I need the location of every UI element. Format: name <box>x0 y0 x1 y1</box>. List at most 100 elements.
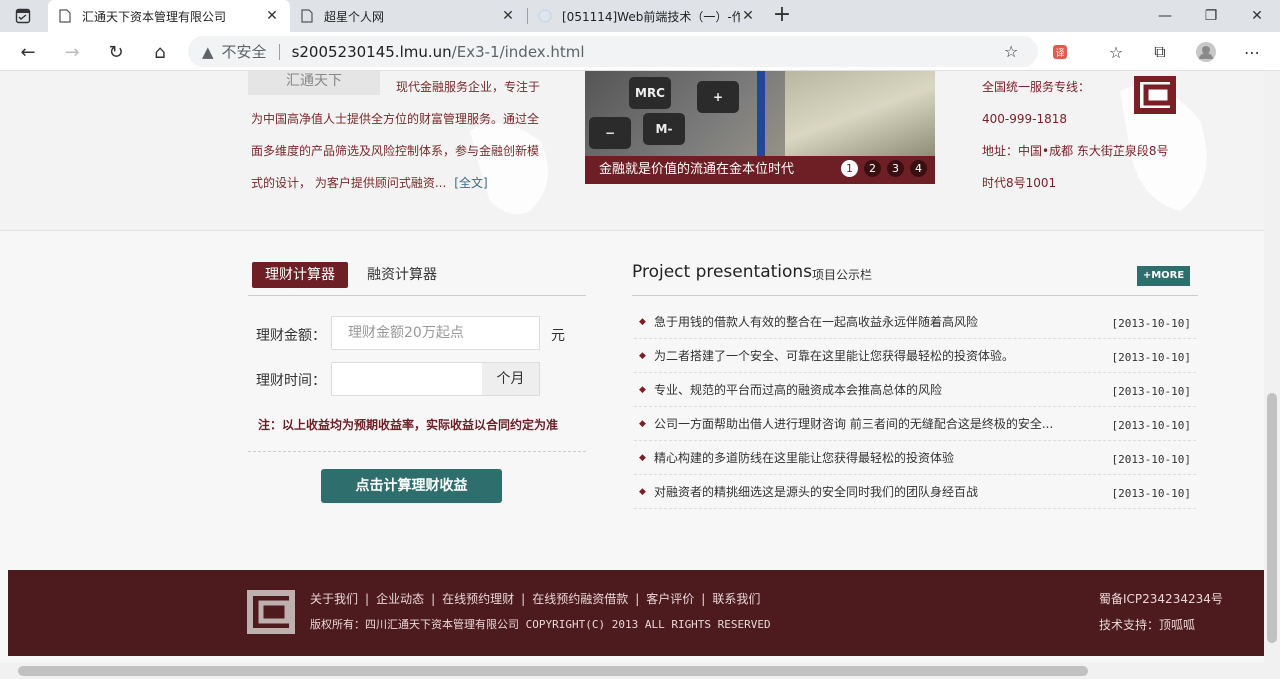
tab-financing-calculator[interactable]: 融资计算器 <box>354 262 450 288</box>
project-item[interactable]: ◆ 精心构建的多道防线在这里能让您获得最轻松的投资体验 [2013-10-10] <box>634 441 1196 475</box>
footer-link-news[interactable]: 企业动态 <box>376 592 424 606</box>
new-tab-button[interactable]: + <box>770 4 794 28</box>
back-button[interactable]: ← <box>12 36 44 68</box>
svg-text:译: 译 <box>1055 48 1064 59</box>
bullet-icon: ◆ <box>639 385 646 395</box>
browser-toolbar: ← → ↻ ⌂ ▲ 不安全 s2005230145.lmu.un/Ex3-1/i… <box>0 32 1280 71</box>
project-item[interactable]: ◆ 对融资者的精挑细选这是源头的安全同时我们的团队身经百战 [2013-10-1… <box>634 475 1196 509</box>
tab-title: 汇通天下资本管理有限公司 <box>82 9 227 24</box>
favorites-icon: ☆ <box>1108 42 1124 62</box>
banner-dot-3[interactable]: 3 <box>887 160 904 177</box>
top-section: 汇通天下 现代金融服务企业，专注于 为中国高净值人士提供全方位的财富管理服务。通… <box>0 71 1264 231</box>
project-text: 专业、规范的平台而过高的融资成本会推高总体的风险 <box>654 383 943 397</box>
time-input[interactable] <box>331 362 483 396</box>
banner-slider[interactable]: MRC M- − + 金融就是价值的流通在金本位时代 1 2 3 4 <box>585 71 935 184</box>
copyright: 版权所有：四川汇通天下资本管理有限公司 COPYRIGHT(C) 2013 AL… <box>310 618 771 631</box>
amount-label: 理财金额： <box>256 328 326 344</box>
footer-link-reviews[interactable]: 客户评价 <box>646 592 694 606</box>
read-more-link[interactable]: [全文] <box>454 176 487 190</box>
tab-chaoxing[interactable]: 超星个人网 ✕ <box>290 0 526 32</box>
banner-dot-1[interactable]: 1 <box>841 160 858 177</box>
intro-line: 为中国高净值人士提供全方位的财富管理服务。通过全 <box>251 112 540 126</box>
scrollbar-thumb[interactable] <box>1267 393 1277 643</box>
page-viewport: 汇通天下 现代金融服务企业，专注于 为中国高净值人士提供全方位的财富管理服务。通… <box>0 71 1264 663</box>
page-icon <box>300 9 314 23</box>
project-item[interactable]: ◆ 为二者搭建了一个安全、可靠在这里能让您获得最轻松的投资体验。 [2013-1… <box>634 339 1196 373</box>
collections-button[interactable]: ⧉ <box>1144 36 1176 68</box>
close-window-button[interactable]: ✕ <box>1234 0 1280 32</box>
footer-link-contact[interactable]: 联系我们 <box>712 592 760 606</box>
restore-button[interactable]: ❐ <box>1188 0 1234 32</box>
address-line: 时代8号1001 <box>982 176 1057 190</box>
tech-support: 技术支持：顶呱呱 <box>1099 618 1196 632</box>
intro-line: 面多维度的产品筛选及风险控制体系，参与金融创新模 <box>251 144 540 158</box>
tab-title: [051114]Web前端技术（一）-作 <box>562 9 740 24</box>
company-logo-icon <box>1134 76 1176 114</box>
horizontal-scrollbar[interactable] <box>0 663 1280 679</box>
url-host: s2005230145.lmu.un <box>291 42 452 61</box>
project-date: [2013-10-10] <box>1111 317 1191 330</box>
address-bar[interactable]: ▲ 不安全 s2005230145.lmu.un/Ex3-1/index.htm… <box>188 36 1038 67</box>
close-tab-icon[interactable]: ✕ <box>500 8 516 24</box>
footer-link-invest[interactable]: 在线预约理财 <box>442 592 514 606</box>
project-item[interactable]: ◆ 专业、规范的平台而过高的融资成本会推高总体的风险 [2013-10-10] <box>634 373 1196 407</box>
minimize-button[interactable]: — <box>1142 0 1188 32</box>
extension-icon: 译 <box>1053 45 1067 59</box>
footer-link-loan[interactable]: 在线预约融资借款 <box>532 592 628 606</box>
project-date: [2013-10-10] <box>1111 351 1191 364</box>
banner-dot-2[interactable]: 2 <box>864 160 881 177</box>
tab-actions-icon <box>15 8 31 24</box>
page-icon <box>58 9 72 23</box>
collections-icon: ⧉ <box>1154 42 1166 61</box>
insecure-label: 不安全 <box>221 43 267 61</box>
settings-menu-button[interactable]: ⋯ <box>1236 36 1268 68</box>
tab-actions-button[interactable] <box>0 0 46 32</box>
footer-link-about[interactable]: 关于我们 <box>310 592 358 606</box>
calculator-tabs: 理财计算器 融资计算器 <box>248 260 586 296</box>
tab-title: 超星个人网 <box>324 9 385 24</box>
intro-text: 现代金融服务企业，专注于 为中国高净值人士提供全方位的财富管理服务。通过全 面多… <box>251 71 543 199</box>
calculator-key: − <box>589 117 631 149</box>
project-date: [2013-10-10] <box>1111 487 1191 500</box>
profile-button[interactable] <box>1190 36 1222 68</box>
address-divider <box>278 43 280 60</box>
globe-icon <box>538 9 552 23</box>
project-text: 精心构建的多道防线在这里能让您获得最轻松的投资体验 <box>654 451 955 465</box>
project-text: 对融资者的精挑细选这是源头的安全同时我们的团队身经百战 <box>654 485 979 499</box>
project-date: [2013-10-10] <box>1111 385 1191 398</box>
bullet-icon: ◆ <box>639 351 646 361</box>
project-text: 急于用钱的借款人有效的整合在一起高收益永远伴随着高风险 <box>654 315 979 329</box>
calculator-key: MRC <box>629 77 671 109</box>
calculator-key: + <box>697 81 739 113</box>
tab-huitong[interactable]: 汇通天下资本管理有限公司 ✕ <box>48 0 290 32</box>
home-button[interactable]: ⌂ <box>144 36 176 68</box>
footer-logo-icon <box>247 590 295 634</box>
banner-dot-4[interactable]: 4 <box>910 160 927 177</box>
vertical-scrollbar[interactable] <box>1264 71 1280 663</box>
project-text: 公司一方面帮助出借人进行理财咨询 前三者间的无缝配合这是终极的安全... <box>654 417 1054 431</box>
refresh-button[interactable]: ↻ <box>100 36 132 68</box>
project-item[interactable]: ◆ 公司一方面帮助出借人进行理财咨询 前三者间的无缝配合这是终极的安全... [… <box>634 407 1196 441</box>
calculator-key: M- <box>643 113 685 145</box>
amount-input[interactable]: 理财金额20万起点 <box>331 316 540 350</box>
tab-wealth-calculator[interactable]: 理财计算器 <box>252 262 348 288</box>
bullet-icon: ◆ <box>639 487 646 497</box>
project-item[interactable]: ◆ 急于用钱的借款人有效的整合在一起高收益永远伴随着高风险 [2013-10-1… <box>634 305 1196 339</box>
bullet-icon: ◆ <box>639 453 646 463</box>
forward-button[interactable]: → <box>56 36 88 68</box>
yield-disclaimer: 注：以上收益均为预期收益率，实际收益以合同约定为准 <box>258 418 559 432</box>
browser-tab-bar: 汇通天下资本管理有限公司 ✕ 超星个人网 ✕ [051114]Web前端技术（一… <box>0 0 1280 32</box>
tab-web-course[interactable]: [051114]Web前端技术（一）-作 ✕ <box>528 0 766 32</box>
more-button[interactable]: +MORE <box>1137 266 1190 286</box>
scrollbar-thumb[interactable] <box>18 666 1088 676</box>
warning-icon: ▲ <box>202 42 214 61</box>
add-favorite-icon[interactable]: ☆ <box>1004 42 1024 62</box>
time-unit: 个月 <box>482 362 540 396</box>
extension-button[interactable]: 译 <box>1044 36 1076 68</box>
close-tab-icon[interactable]: ✕ <box>264 8 280 24</box>
close-tab-icon[interactable]: ✕ <box>740 8 756 24</box>
favorites-button[interactable]: ☆ <box>1100 36 1132 68</box>
pen-graphic <box>757 71 765 156</box>
projects-title: Project presentations <box>632 262 813 282</box>
calculate-button[interactable]: 点击计算理财收益 <box>321 469 502 503</box>
